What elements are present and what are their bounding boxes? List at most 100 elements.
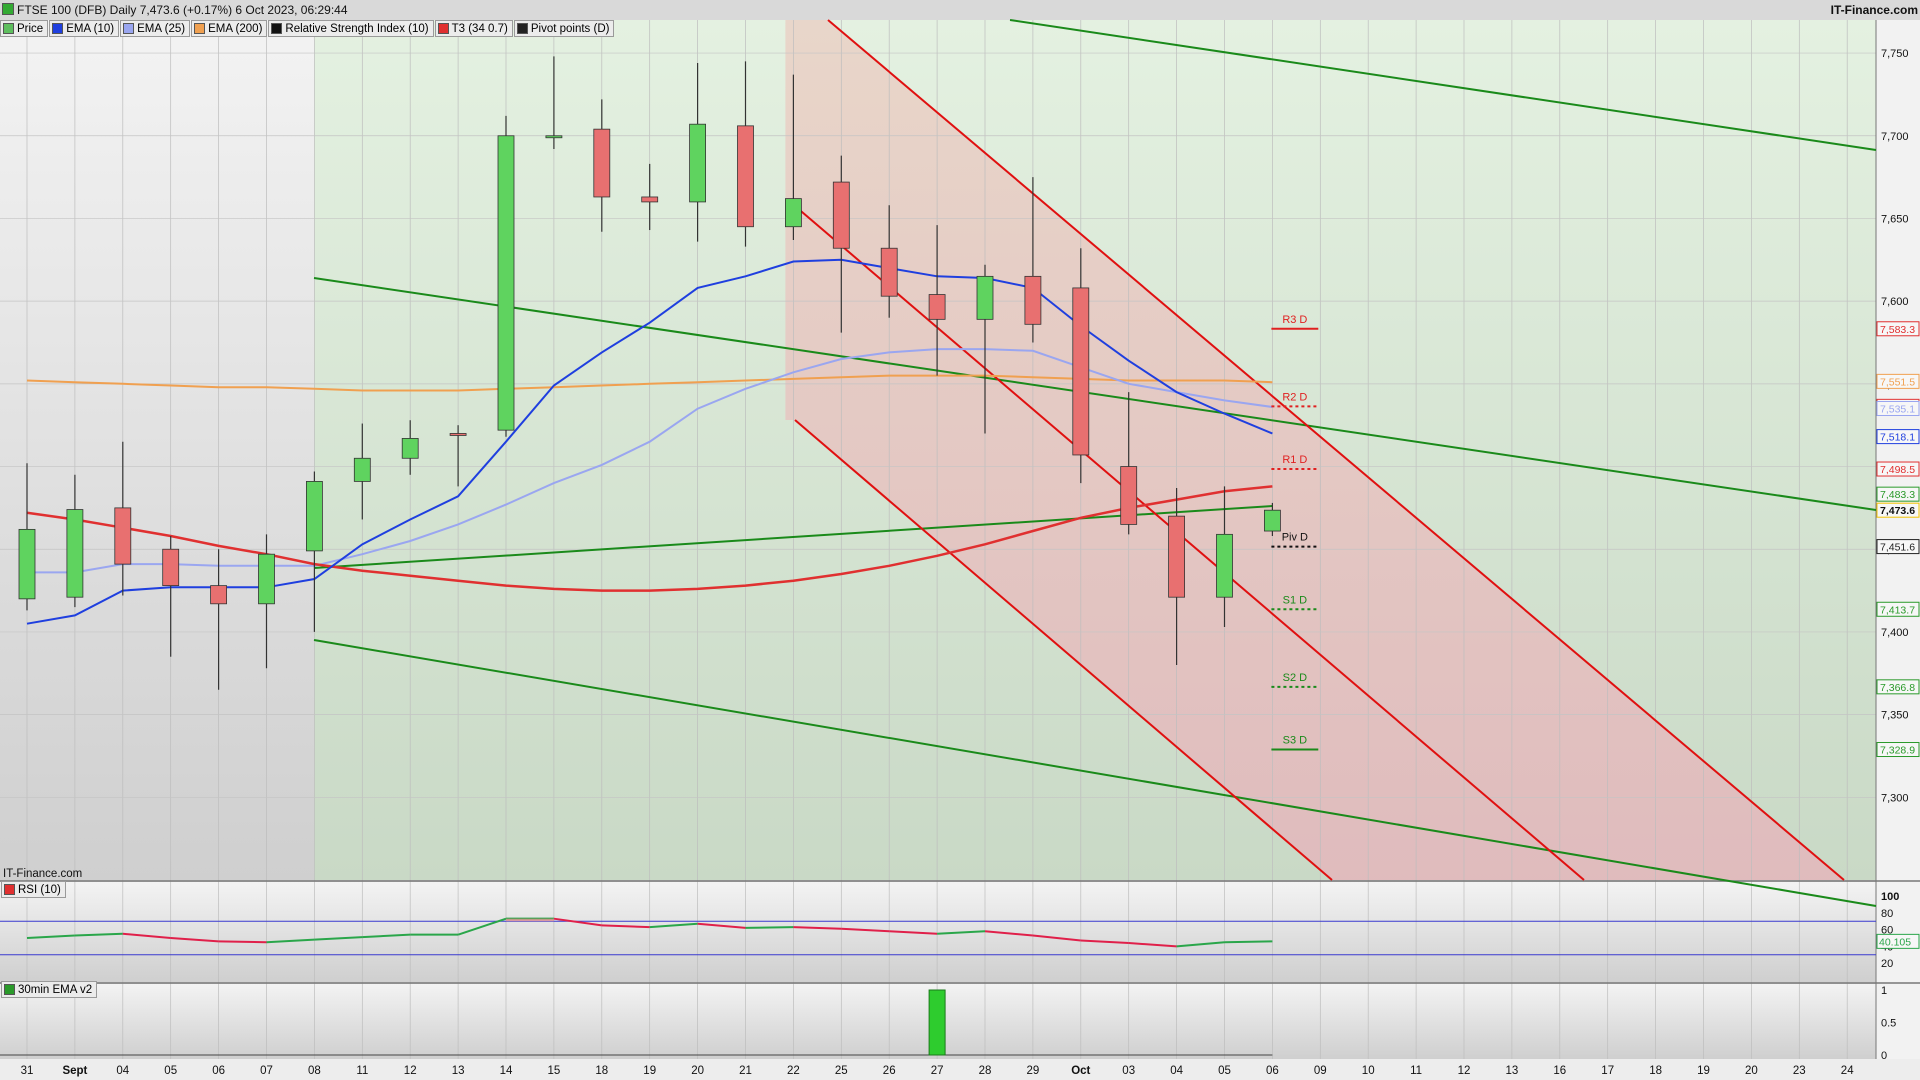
x-tick-label: 15 <box>548 1065 561 1077</box>
x-tick-label: 29 <box>1027 1065 1040 1077</box>
candle-body <box>928 294 946 320</box>
candle-body <box>832 181 850 249</box>
candle-body <box>641 196 659 203</box>
candle-body <box>1072 287 1090 456</box>
candle-body <box>1168 515 1185 598</box>
x-tick-label: 14 <box>500 1065 513 1077</box>
x-tick-label: 20 <box>1745 1065 1758 1077</box>
candle-body <box>353 457 371 482</box>
x-tick-label: 23 <box>1793 1065 1806 1077</box>
x-tick-label: 06 <box>1266 1065 1279 1077</box>
x-tick-label: 08 <box>308 1065 321 1077</box>
candle-body <box>18 528 36 600</box>
candle-body <box>689 123 706 203</box>
pivot-label: S1 D <box>1283 594 1308 606</box>
x-tick-label: 31 <box>21 1065 34 1077</box>
legend-item-ema25[interactable]: EMA (25) <box>120 20 191 37</box>
x-tick-label: 03 <box>1122 1065 1135 1077</box>
candle-body <box>162 548 180 587</box>
price-tag-label: 7,535.1 <box>1880 403 1915 415</box>
pivot-label: R2 D <box>1282 391 1307 403</box>
rsi-tick-label: 100 <box>1881 891 1899 903</box>
y-tick-label: 7,400 <box>1881 627 1909 639</box>
x-tick-label: 07 <box>260 1065 273 1077</box>
legend-swatch <box>437 23 449 34</box>
rsi-segment <box>218 940 267 944</box>
legend-swatch <box>194 23 206 34</box>
rsi-overbought-fill <box>506 918 554 922</box>
y-tick-label: 7,350 <box>1881 710 1909 722</box>
candle-body <box>785 198 802 228</box>
legend-item-ema10[interactable]: EMA (10) <box>49 20 120 37</box>
price-tag-label: 7,473.6 <box>1880 505 1915 517</box>
x-tick-label: 13 <box>1506 1065 1519 1077</box>
candle-body <box>545 135 563 139</box>
candle-body <box>1024 275 1042 325</box>
x-tick-label: 04 <box>116 1065 129 1077</box>
x-tick-label: 16 <box>1553 1065 1566 1077</box>
legend-swatch <box>52 23 64 34</box>
ema-panel-swatch <box>4 984 15 995</box>
y-tick-label: 7,650 <box>1881 213 1909 225</box>
x-tick-label: 20 <box>691 1065 704 1077</box>
x-tick-label: 17 <box>1601 1065 1614 1077</box>
candle-body <box>593 128 611 198</box>
rsi-segment <box>745 926 794 929</box>
ftse-chart[interactable]: 7,3007,3507,4007,4507,5007,5507,6007,650… <box>0 0 1920 1080</box>
x-tick-label: 26 <box>883 1065 896 1077</box>
chart-title: FTSE 100 (DFB) Daily 7,473.6 (+0.17%) 6 … <box>2 0 348 20</box>
candle-body <box>66 509 84 598</box>
x-tick-label: 28 <box>979 1065 992 1077</box>
price-tag-label: 7,518.1 <box>1880 432 1915 444</box>
legend-item-pivots[interactable]: Pivot points (D) <box>513 20 615 37</box>
x-tick-label: 22 <box>787 1065 800 1077</box>
pivot-label: R1 D <box>1282 454 1307 466</box>
x-tick-label: Sept <box>62 1065 87 1077</box>
x-tick-label: 18 <box>1649 1065 1662 1077</box>
x-tick-label: 11 <box>356 1065 368 1077</box>
x-tick-label: 25 <box>835 1065 848 1077</box>
x-tick-label: 09 <box>1314 1065 1327 1077</box>
ema-panel-bar <box>928 989 946 1056</box>
x-axis-bg <box>0 1059 1920 1080</box>
ema-panel-tick-label: 0.5 <box>1881 1018 1896 1030</box>
legend: Price EMA (10) EMA (25) EMA (200) Relati… <box>0 20 615 37</box>
x-tick-label: 05 <box>1218 1065 1231 1077</box>
candle-body <box>210 585 228 605</box>
legend-swatch <box>3 23 14 34</box>
candle-body <box>1264 509 1281 532</box>
pivot-label: R3 D <box>1282 314 1307 326</box>
x-tick-label: 06 <box>212 1065 225 1077</box>
price-tag-label: 7,413.7 <box>1880 604 1915 616</box>
x-tick-label: 19 <box>1697 1065 1710 1077</box>
candle-body <box>114 507 132 565</box>
x-tick-label: 05 <box>164 1065 177 1077</box>
candle-body <box>449 433 467 436</box>
watermark: IT-Finance.com <box>3 868 83 880</box>
pivot-label: Piv D <box>1282 532 1308 544</box>
price-tag-label: 7,451.6 <box>1880 542 1915 554</box>
x-tick-label: 13 <box>452 1065 465 1077</box>
rsi-tick-label: 20 <box>1881 958 1893 970</box>
legend-swatch <box>123 23 135 34</box>
rsi-panel-label[interactable]: RSI (10) <box>1 881 66 898</box>
rsi-value-label: 40.105 <box>1879 936 1911 948</box>
legend-item-ema200[interactable]: EMA (200) <box>191 20 268 37</box>
legend-item-price[interactable]: Price <box>0 20 49 37</box>
rsi-swatch <box>4 884 15 895</box>
x-tick-label: 12 <box>1458 1065 1471 1077</box>
candle-body <box>880 247 898 297</box>
candle-body <box>1120 466 1138 525</box>
pivot-label: S3 D <box>1283 735 1308 747</box>
price-tag-label: 7,583.3 <box>1880 324 1915 336</box>
candle-body <box>401 438 419 459</box>
x-tick-label: 18 <box>595 1065 608 1077</box>
x-tick-label: 04 <box>1170 1065 1183 1077</box>
legend-item-t3[interactable]: T3 (34 0.7) <box>434 20 513 37</box>
candle-body <box>305 481 323 552</box>
legend-swatch <box>271 23 283 34</box>
legend-item-rsi[interactable]: Relative Strength Index (10) <box>268 20 434 37</box>
rsi-panel-bg <box>0 882 1876 982</box>
ema-panel-label[interactable]: 30min EMA v2 <box>1 981 98 998</box>
x-tick-label: 21 <box>739 1065 752 1077</box>
